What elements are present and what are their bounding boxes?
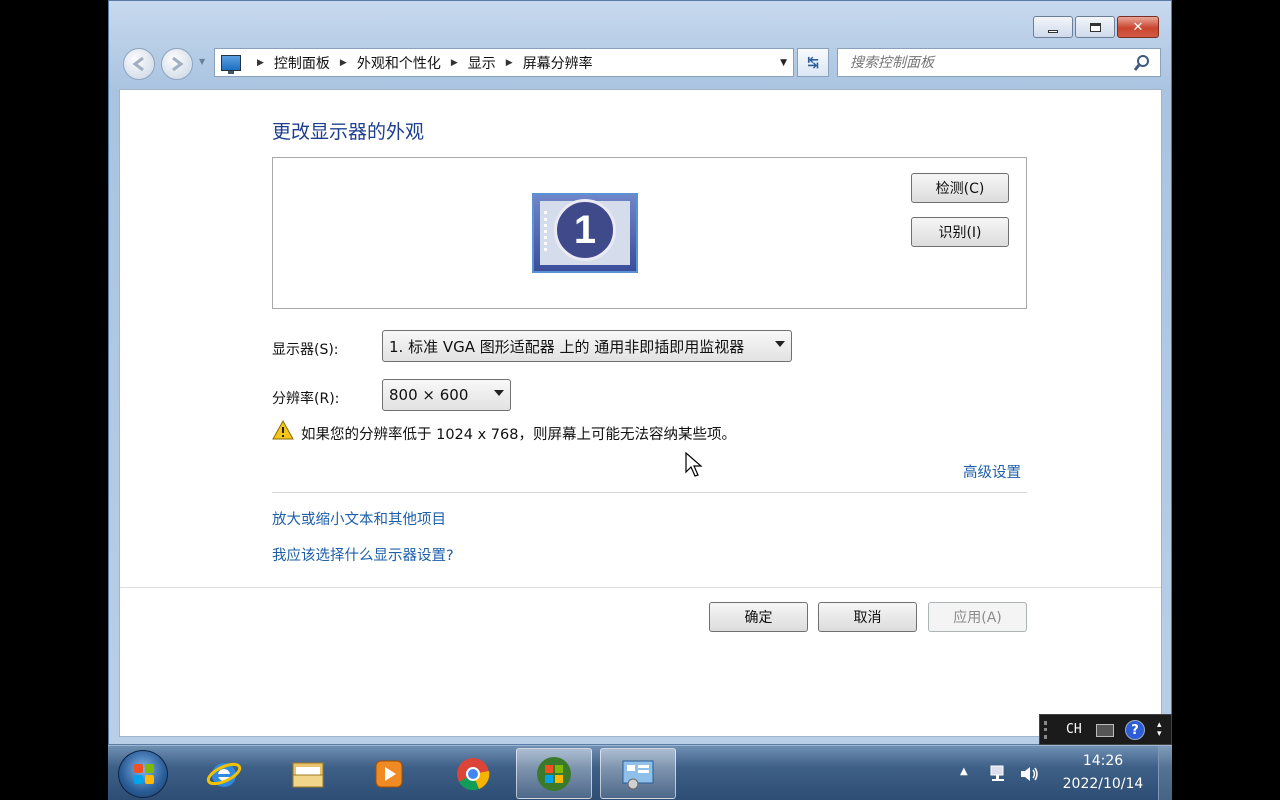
clock-date[interactable]: 2022/10/14 [1053,776,1153,792]
detect-button[interactable]: 检测(C) [911,173,1009,203]
back-arrow-icon [132,56,144,72]
monitor-preview-area: 1 检测(C) 识别(I) [272,157,1027,309]
address-dropdown-icon[interactable]: ▼ [780,58,787,68]
search-icon[interactable] [1133,54,1151,72]
taskbar-internet-explorer[interactable] [186,748,262,799]
close-button[interactable]: ✕ [1117,16,1159,38]
divider [272,492,1027,493]
forward-arrow-icon [172,56,184,72]
show-hidden-icons-icon[interactable]: ▲ [960,766,968,777]
cancel-button[interactable]: 取消 [818,602,917,632]
resolution-select-value: 800 × 600 [389,386,469,404]
control-panel-icon [221,54,241,74]
taskbar-windows-explorer[interactable] [270,748,346,799]
display-select-value: 1. 标准 VGA 图形适配器 上的 通用非即插即用监视器 [389,337,745,356]
langbar-options-icon[interactable]: ▴ ▾ [1157,721,1162,739]
control-panel-icon [622,760,654,789]
help-icon[interactable]: ? [1125,720,1145,740]
windows-explorer-icon [292,762,324,787]
resolution-select[interactable]: 800 × 600 [382,379,511,411]
start-button[interactable] [118,750,168,798]
address-bar[interactable]: ▶ 控制面板 ▶ 外观和个性化 ▶ 显示 ▶ 屏幕分辨率 ▼ [214,48,794,77]
taskbar-control-panel[interactable] [600,748,676,799]
taskbar-media-player[interactable] [351,748,427,799]
breadcrumb-arrow-icon[interactable]: ▶ [451,58,458,68]
maximize-button[interactable] [1075,16,1115,38]
search-input[interactable] [837,48,1161,77]
minimize-icon [1048,29,1058,33]
page-title: 更改显示器的外观 [272,121,425,143]
warning-icon [272,420,294,440]
network-icon[interactable] [988,763,1010,785]
chevron-down-icon [494,390,504,396]
desktop-screen: ✕ ▼ ▶ 控制面板 ▶ 外观和个性化 ▶ 显示 ▶ 屏幕分辨率 ▼ ↹ 更改显… [108,0,1172,800]
input-language[interactable]: CH [1066,722,1082,737]
close-icon: ✕ [1132,19,1144,35]
display-label: 显示器(S): [272,342,339,358]
chevron-down-icon [775,341,785,347]
breadcrumb-arrow-icon[interactable]: ▶ [506,58,513,68]
display-select[interactable]: 1. 标准 VGA 图形适配器 上的 通用非即插即用监视器 [382,330,792,362]
advanced-settings-link[interactable]: 高级设置 [963,461,1021,482]
media-player-icon [375,760,403,787]
monitor-1-tile[interactable]: 1 [532,193,638,273]
taskbar-windows-app[interactable] [516,748,592,799]
apply-button[interactable]: 应用(A) [928,602,1027,632]
internet-explorer-icon [206,762,242,787]
mouse-cursor-icon [685,452,703,477]
window-controls: ✕ [1033,16,1159,38]
identify-button[interactable]: 识别(I) [911,217,1009,247]
windows-logo-icon [134,764,154,784]
breadcrumb-screen-resolution[interactable]: 屏幕分辨率 [523,53,593,73]
langbar-grip-handle[interactable] [1044,721,1052,739]
display-settings-help-link[interactable]: 我应该选择什么显示器设置? [272,544,454,565]
divider [120,587,1161,588]
resolution-label: 分辨率(R): [272,391,340,407]
clock-time[interactable]: 14:26 [1073,753,1133,769]
volume-icon[interactable] [1018,763,1040,785]
taskbar-chrome[interactable] [435,748,511,799]
recent-pages-dropdown-icon[interactable]: ▼ [199,57,205,66]
taskbar: ▲ 14:26 2022/10/14 [108,745,1172,800]
keyboard-icon[interactable] [1096,724,1114,737]
maximize-icon [1089,22,1101,32]
back-button[interactable] [123,48,155,80]
language-bar: CH ? ▴ ▾ [1039,714,1172,745]
show-desktop-button[interactable] [1158,746,1172,800]
breadcrumb-display[interactable]: 显示 [468,53,496,73]
text-size-link[interactable]: 放大或缩小文本和其他项目 [272,508,446,529]
screen-resolution-window: ✕ ▼ ▶ 控制面板 ▶ 外观和个性化 ▶ 显示 ▶ 屏幕分辨率 ▼ ↹ 更改显… [108,0,1172,745]
ok-button[interactable]: 确定 [709,602,808,632]
breadcrumb-arrow-icon[interactable]: ▶ [340,58,347,68]
breadcrumb-appearance[interactable]: 外观和个性化 [357,53,441,73]
breadcrumb-control-panel[interactable]: 控制面板 [274,53,330,73]
resolution-warning-text: 如果您的分辨率低于 1024 x 768，则屏幕上可能无法容纳某些项。 [301,427,736,443]
monitor-number-badge: 1 [554,199,616,261]
breadcrumb-arrow-icon[interactable]: ▶ [257,58,264,68]
minimize-button[interactable] [1033,16,1073,38]
chrome-icon [457,757,490,790]
content-pane: 更改显示器的外观 1 检测(C) 识别(I) 显示器(S): 1. 标准 VGA… [119,89,1162,737]
refresh-icon: ↹ [807,54,819,71]
forward-button[interactable] [161,48,193,80]
refresh-button[interactable]: ↹ [797,48,829,77]
windows-logo-icon [537,756,571,791]
